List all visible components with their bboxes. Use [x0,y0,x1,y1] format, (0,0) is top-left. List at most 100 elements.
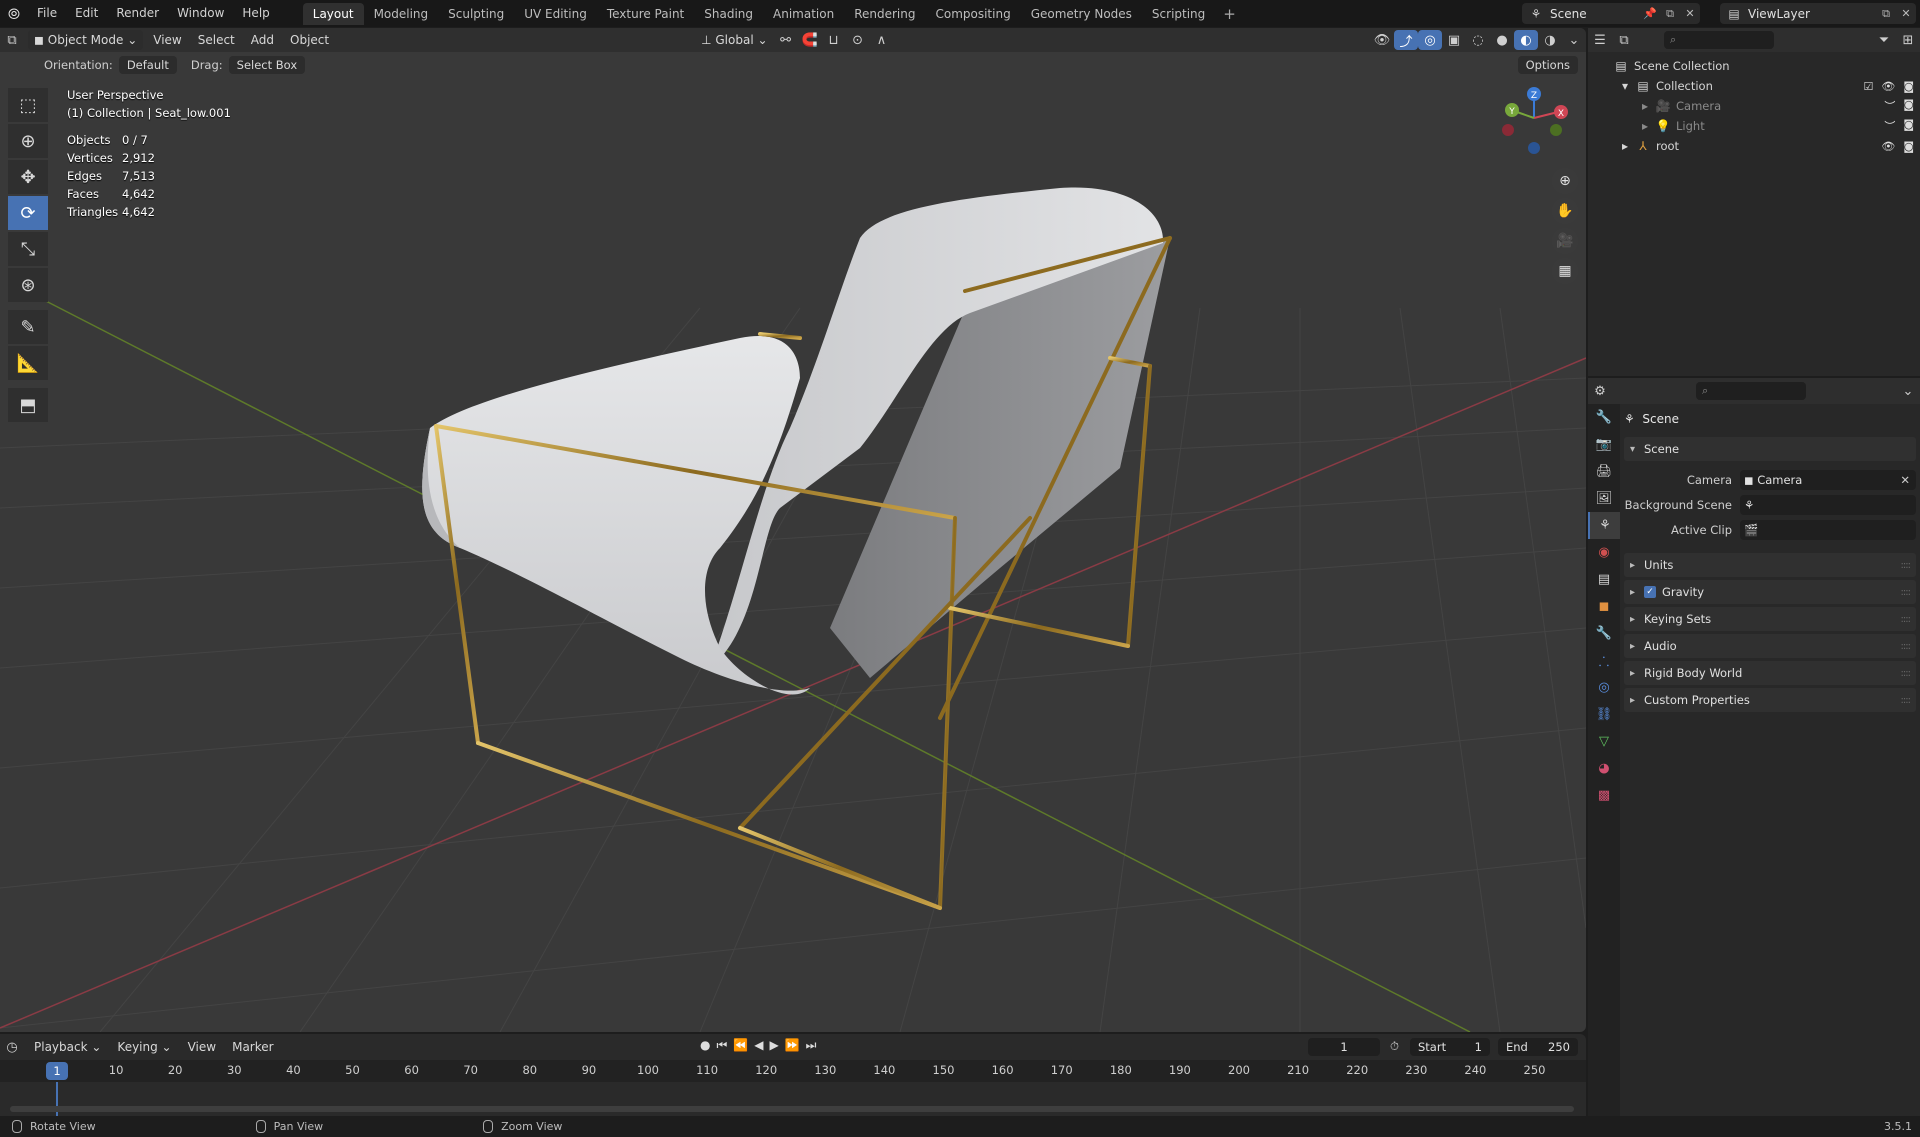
rotate-icon[interactable]: ⟳ [8,196,48,230]
tab-modeling[interactable]: Modeling [364,3,439,25]
eye-icon[interactable]: 👁 [1881,80,1895,93]
chevron-right-icon[interactable]: ▸ [1636,119,1654,133]
scene-selector[interactable]: ⚘ Scene 📌 ⧉ ✕ [1522,3,1700,24]
display-mode-icon[interactable]: ⧉ [1612,30,1636,50]
eye-hidden-icon[interactable]: ︶ [1884,118,1895,134]
camera-render-icon[interactable]: ◙ [1903,80,1914,93]
snap-icon[interactable]: 🧲 [798,30,822,50]
rendered-shading-icon[interactable]: ◑ [1538,30,1562,50]
play-icon[interactable]: ▶ [769,1038,778,1053]
panel-custom-properties[interactable]: ▸ Custom Properties :::: [1624,688,1916,712]
measure-icon[interactable]: 📐 [8,346,48,380]
new-view-layer-icon[interactable]: ⧉ [1876,7,1896,21]
orientation-dropdown[interactable]: Default [118,56,177,74]
panel-gravity[interactable]: ▸ ✓ Gravity :::: [1624,580,1916,604]
panel-scene[interactable]: ▾ Scene [1624,437,1916,461]
outliner-item-camera[interactable]: ▸ 🎥 Camera ︶ ◙ [1588,96,1920,116]
outliner-item-collection[interactable]: ▾ ▤ Collection ☑ 👁 ◙ [1588,76,1920,96]
options-button[interactable]: Options [1517,56,1578,74]
chevron-down-icon[interactable]: ▾ [1616,79,1634,93]
cursor-icon[interactable]: ⊕ [8,124,48,158]
drag-grip-icon[interactable]: :::: [1901,668,1912,679]
tab-layout[interactable]: Layout [302,2,364,25]
tab-sculpting[interactable]: Sculpting [438,3,514,25]
camera-view-icon[interactable]: 🎥 [1552,228,1578,254]
modifier-tab-icon[interactable]: 🔧 [1588,620,1620,647]
chevron-right-icon[interactable]: ▸ [1616,139,1634,153]
record-icon[interactable]: ● [700,1038,710,1053]
3d-viewport[interactable]: Z X Y ⧉ ◼ Object Mode ⌄ View Select Add … [0,28,1586,1032]
drag-grip-icon[interactable]: :::: [1901,641,1912,652]
start-frame-field[interactable]: Start 1 [1410,1038,1490,1056]
scene-name[interactable]: Scene [1550,7,1640,21]
outliner-item-root[interactable]: ▸ ⅄ root 👁 ◙ [1588,136,1920,156]
editor-type-icon[interactable]: ☰ [1588,30,1612,50]
tool-tab-icon[interactable]: 🔧 [1588,404,1620,431]
object-tab-icon[interactable]: ◼ [1588,593,1620,620]
stopwatch-icon[interactable]: ⏱ [1390,1039,1399,1054]
delete-scene-icon[interactable]: ✕ [1680,7,1700,20]
material-tab-icon[interactable]: ◕ [1588,755,1620,782]
pin-icon[interactable]: 📌 [1640,7,1660,20]
menu-select[interactable]: Select [192,30,241,50]
texture-tab-icon[interactable]: ▩ [1588,782,1620,809]
view-layer-selector[interactable]: ▤ ViewLayer ⧉ ✕ [1720,3,1916,24]
gizmo-toggle-icon[interactable]: ⤴ [1394,30,1418,50]
menu-object[interactable]: Object [284,30,335,50]
menu-file[interactable]: File [28,0,66,27]
drag-grip-icon[interactable]: :::: [1901,695,1912,706]
mode-selector[interactable]: ◼ Object Mode ⌄ [28,30,144,50]
tab-uv-editing[interactable]: UV Editing [514,3,597,25]
chevron-down-icon[interactable]: ⌄ [1896,381,1920,401]
perspective-grid-icon[interactable]: ▦ [1552,258,1578,284]
clock-editor-icon[interactable]: ◷ [0,1037,24,1057]
menu-help[interactable]: Help [233,0,278,27]
tab-texture-paint[interactable]: Texture Paint [597,3,694,25]
current-frame-indicator[interactable]: 1 [46,1062,68,1080]
clear-icon[interactable]: ✕ [1900,473,1910,487]
physics-tab-icon[interactable]: ◎ [1588,674,1620,701]
end-frame-field[interactable]: End 250 [1498,1038,1578,1056]
output-tab-icon[interactable]: 🖨 [1588,458,1620,485]
gravity-checkbox[interactable]: ✓ [1644,586,1656,598]
render-tab-icon[interactable]: 📷 [1588,431,1620,458]
panel-units[interactable]: ▸ Units :::: [1624,553,1916,577]
menu-marker[interactable]: Marker [226,1037,279,1057]
menu-render[interactable]: Render [107,0,168,27]
outliner-scene-collection[interactable]: ▤ Scene Collection [1588,56,1920,76]
delete-view-layer-icon[interactable]: ✕ [1896,7,1916,20]
panel-audio[interactable]: ▸ Audio :::: [1624,634,1916,658]
xray-icon[interactable]: ▣ [1442,30,1466,50]
camera-render-icon[interactable]: ◙ [1903,140,1914,153]
drag-grip-icon[interactable]: :::: [1901,560,1912,571]
filter-icon[interactable]: ⏷ [1872,30,1896,50]
world-tab-icon[interactable]: ◉ [1588,539,1620,566]
pivot-point-icon[interactable]: ⚯ [774,30,798,50]
menu-edit[interactable]: Edit [66,0,107,27]
view-layer-tab-icon[interactable]: 🖼 [1588,485,1620,512]
material-preview-icon[interactable]: ◐ [1514,30,1538,50]
background-scene-field[interactable]: ⚘ [1740,494,1916,515]
menu-view[interactable]: View [147,30,187,50]
panel-rigid-body-world[interactable]: ▸ Rigid Body World :::: [1624,661,1916,685]
wireframe-shading-icon[interactable]: ◌ [1466,30,1490,50]
tab-geometry-nodes[interactable]: Geometry Nodes [1021,3,1142,25]
shading-options-icon[interactable]: ⌄ [1562,30,1586,50]
menu-timeline-view[interactable]: View [182,1037,222,1057]
outliner-search-input[interactable]: ⌕ [1664,31,1774,49]
add-cube-icon[interactable]: ⬒ [8,388,48,422]
tab-compositing[interactable]: Compositing [925,3,1020,25]
tab-scripting[interactable]: Scripting [1142,3,1215,25]
falloff-icon[interactable]: ∧ [870,30,894,50]
drag-dropdown[interactable]: Select Box [228,56,306,74]
outliner-item-light[interactable]: ▸ 💡 Light ︶ ◙ [1588,116,1920,136]
checkbox-icon[interactable]: ☑ [1863,80,1873,93]
transform-orientation-dropdown[interactable]: ⊥ Global ⌄ [695,30,773,50]
particles-tab-icon[interactable]: ⸫ [1588,647,1620,674]
camera-render-icon[interactable]: ◙ [1903,98,1914,114]
select-box-icon[interactable]: ⬚ [8,88,48,122]
transform-icon[interactable]: ⊛ [8,268,48,302]
timeline-ruler[interactable]: 1 10 20 30 40 50 60 70 80 90 100 110 120 130 140 150 16… [0,1060,1586,1082]
overlay-toggle-icon[interactable]: ◎ [1418,30,1442,50]
chevron-right-icon[interactable]: ▸ [1636,99,1654,113]
